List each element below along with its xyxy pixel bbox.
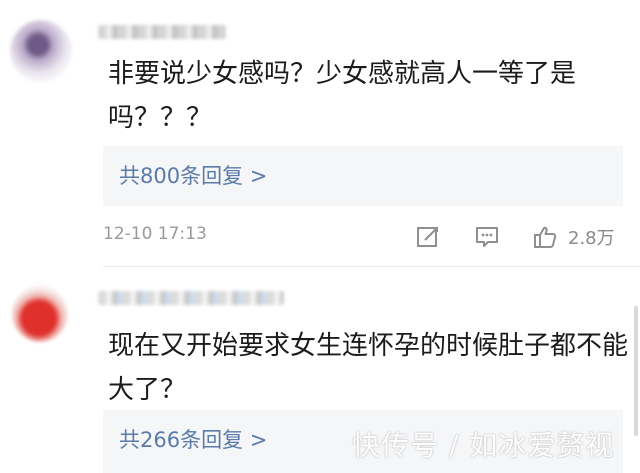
comment-text: 现在又开始要求女生连怀孕的时候肚子都不能大了？ — [108, 331, 629, 405]
avatar[interactable] — [10, 20, 72, 82]
comment-meta: 12-10 17:13 2.8万 — [0, 224, 640, 250]
replies-label: 共266条回复 > — [119, 428, 268, 452]
username-blurred[interactable] — [98, 291, 284, 305]
comment-icon[interactable] — [474, 224, 500, 250]
replies-label: 共800条回复 > — [119, 164, 268, 188]
edit-icon[interactable] — [415, 224, 441, 250]
scrollbar[interactable] — [634, 306, 638, 436]
comment-time: 12-10 17:13 — [103, 224, 207, 244]
thumbs-up-icon[interactable] — [532, 224, 558, 250]
username-blurred[interactable] — [98, 25, 226, 39]
divider — [103, 266, 640, 267]
avatar[interactable] — [12, 286, 68, 342]
comment-text: 非要说少女感吗？少女感就高人一等了是吗？？？ — [108, 59, 577, 133]
view-replies-button[interactable]: 共800条回复 > — [103, 146, 623, 206]
comment-item: 非要说少女感吗？少女感就高人一等了是吗？？？ 共800条回复 > 12-10 1… — [0, 0, 640, 262]
like-count: 2.8万 — [568, 228, 615, 249]
watermark: 快传号 / 如冰爱赘视 — [352, 429, 615, 462]
